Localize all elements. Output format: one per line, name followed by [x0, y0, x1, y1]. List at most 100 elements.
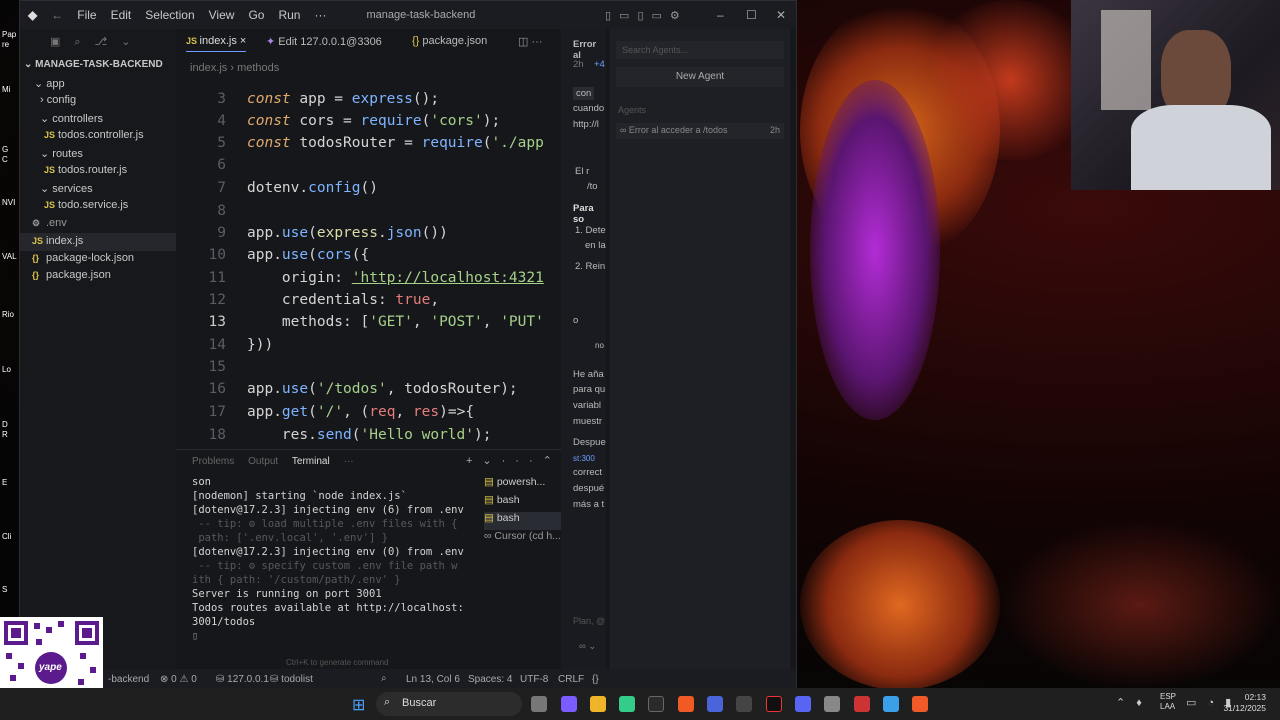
code-token: 'GET' — [369, 314, 413, 330]
status-eol[interactable]: CRLF — [558, 674, 584, 685]
new-agent-button[interactable]: New Agent — [616, 67, 784, 87]
tree-file[interactable]: JS todo.service.js — [44, 199, 128, 211]
tree-folder-config[interactable]: › config — [40, 94, 76, 106]
tree-folder-routes[interactable]: ⌄ routes — [40, 147, 83, 160]
code-token: ); — [474, 427, 492, 443]
breadcrumb-file[interactable]: index.js — [190, 62, 227, 74]
desktop-label: re — [2, 40, 10, 49]
chat-input[interactable]: Plan, @ — [573, 616, 605, 626]
app-icon[interactable] — [854, 696, 870, 712]
status-language[interactable]: {} — [592, 674, 599, 685]
copilot-icon[interactable] — [561, 696, 577, 712]
tree-file-env[interactable]: ⚙ .env — [32, 217, 67, 229]
menu-go[interactable]: Go — [248, 8, 264, 22]
desktop-label: C — [2, 155, 8, 164]
code-line: const todosRouter = require('./app — [247, 135, 544, 151]
status-encoding[interactable]: UTF-8 — [520, 674, 548, 685]
tiktok-icon[interactable] — [766, 696, 782, 712]
tree-file[interactable]: {} package-lock.json — [32, 252, 134, 264]
code-token: res — [412, 404, 440, 420]
windows-start-icon[interactable]: ⊞ — [352, 695, 365, 715]
menu-more[interactable]: ··· — [314, 8, 326, 22]
agent-item[interactable]: ∞ Error al acceder a /todos 2h — [616, 123, 784, 139]
tree-label: .env — [46, 217, 67, 229]
close-icon[interactable]: ✕ — [776, 8, 786, 22]
code-token: app. — [247, 247, 282, 263]
tab-terminal[interactable]: Terminal — [292, 456, 330, 467]
infinity-icon[interactable]: ∞ ⌄ — [579, 641, 596, 652]
terminal-item-active[interactable]: ▤ bash — [484, 512, 564, 530]
tree-label: todo.service.js — [58, 199, 129, 211]
tab-output[interactable]: Output — [248, 456, 278, 467]
tree-folder-controllers[interactable]: ⌄ controllers — [40, 112, 103, 125]
tree-file[interactable]: JS todos.controller.js — [44, 129, 144, 141]
language-indicator[interactable]: ESP LAA — [1160, 692, 1176, 712]
status-spaces[interactable]: Spaces: 4 — [468, 674, 512, 685]
app-icon[interactable] — [912, 696, 928, 712]
chat-context[interactable]: con — [573, 87, 595, 100]
code-token: express — [351, 91, 413, 107]
task-view-icon[interactable] — [531, 696, 547, 712]
discord-icon[interactable] — [795, 696, 811, 712]
app-icon[interactable] — [736, 696, 752, 712]
file-explorer-icon[interactable] — [590, 696, 606, 712]
clock[interactable]: 02:13 31/12/2025 — [1222, 692, 1266, 714]
chatgpt-icon[interactable] — [824, 696, 840, 712]
layout-icons[interactable]: ▯▭▯▭⚙ — [605, 9, 688, 22]
tab-db-edit[interactable]: ✦ Edit 127.0.0.1@3306 — [266, 35, 382, 48]
code-line: res.send('Hello world'); — [247, 427, 492, 443]
status-errors[interactable]: ⊗ 0 ⚠ 0 — [160, 674, 197, 685]
search-icon[interactable]: ⌕ — [381, 673, 387, 684]
menu-selection[interactable]: Selection — [145, 8, 194, 22]
tree-file-active[interactable]: JS index.js — [20, 233, 176, 251]
line-number: 8 — [217, 203, 226, 219]
taskbar-search[interactable]: ⌕ Buscar — [376, 692, 522, 716]
panel-more[interactable]: ··· — [344, 456, 354, 467]
back-arrow-icon[interactable]: ← — [51, 8, 63, 22]
status-position[interactable]: Ln 13, Col 6 — [406, 674, 460, 685]
tab-problems[interactable]: Problems — [192, 456, 234, 467]
maximize-icon[interactable]: ☐ — [746, 8, 757, 22]
menu-run[interactable]: Run — [278, 8, 300, 22]
tree-folder-services[interactable]: ⌄ services — [40, 182, 93, 195]
tray-icons[interactable]: ⌃ ♦ — [1116, 696, 1146, 709]
menu-view[interactable]: View — [209, 8, 235, 22]
menu-file[interactable]: File — [77, 8, 96, 22]
status-db-name[interactable]: ⛁ todolist — [270, 674, 313, 685]
terminal-item[interactable]: ▤ bash — [484, 494, 564, 512]
code-token: . — [377, 225, 387, 241]
terminal-item[interactable]: ∞ Cursor (cd h... — [484, 530, 564, 548]
terminal-line: Todos routes available at http://localho… — [192, 602, 464, 614]
tab-package-json[interactable]: {} package.json — [412, 35, 487, 47]
js-file-icon: JS — [44, 200, 56, 210]
editor-window: ◆ ← File Edit Selection View Go Run ··· … — [19, 0, 797, 689]
code-editor[interactable]: 3 const app = express(); 4 const cors = … — [176, 87, 560, 447]
sidebar-toolbar-icons[interactable]: ▣⌕⎇⌄ — [50, 35, 144, 49]
shell-icon: ▤ — [484, 476, 497, 488]
split-editor-icon[interactable]: ◫ ··· — [518, 35, 542, 48]
tree-file[interactable]: {} package.json — [32, 269, 111, 281]
breadcrumb-sep: › — [230, 62, 235, 74]
code-token: ({ — [351, 247, 370, 263]
app-icon[interactable] — [707, 696, 723, 712]
tree-folder-app[interactable]: ⌄ app — [34, 77, 65, 90]
line-number: 6 — [217, 157, 226, 173]
app-icon[interactable] — [883, 696, 899, 712]
chrome-icon[interactable] — [619, 696, 635, 712]
cursor-app-icon[interactable] — [648, 696, 664, 712]
breadcrumb-symbol[interactable]: methods — [237, 62, 279, 74]
terminal-cursor[interactable]: ▯ — [192, 630, 198, 642]
brave-icon[interactable] — [678, 696, 694, 712]
status-branch[interactable]: -backend — [108, 674, 149, 685]
status-db[interactable]: ⛁ 127.0.0.1 — [216, 674, 269, 685]
terminal-item[interactable]: ▤ powersh... — [484, 476, 564, 494]
minimize-icon[interactable]: – — [717, 8, 724, 22]
code-token: 'PUT' — [500, 314, 544, 330]
search-agents-input[interactable]: Search Agents... — [616, 41, 784, 59]
explorer-root[interactable]: ⌄ MANAGE-TASK-BACKEND — [24, 59, 163, 70]
chat-text: He aña — [573, 369, 604, 380]
menu-edit[interactable]: Edit — [111, 8, 132, 22]
tab-index-js[interactable]: JS index.js × — [186, 35, 247, 52]
close-tab-icon[interactable]: × — [240, 35, 246, 47]
tree-file[interactable]: JS todos.router.js — [44, 164, 127, 176]
